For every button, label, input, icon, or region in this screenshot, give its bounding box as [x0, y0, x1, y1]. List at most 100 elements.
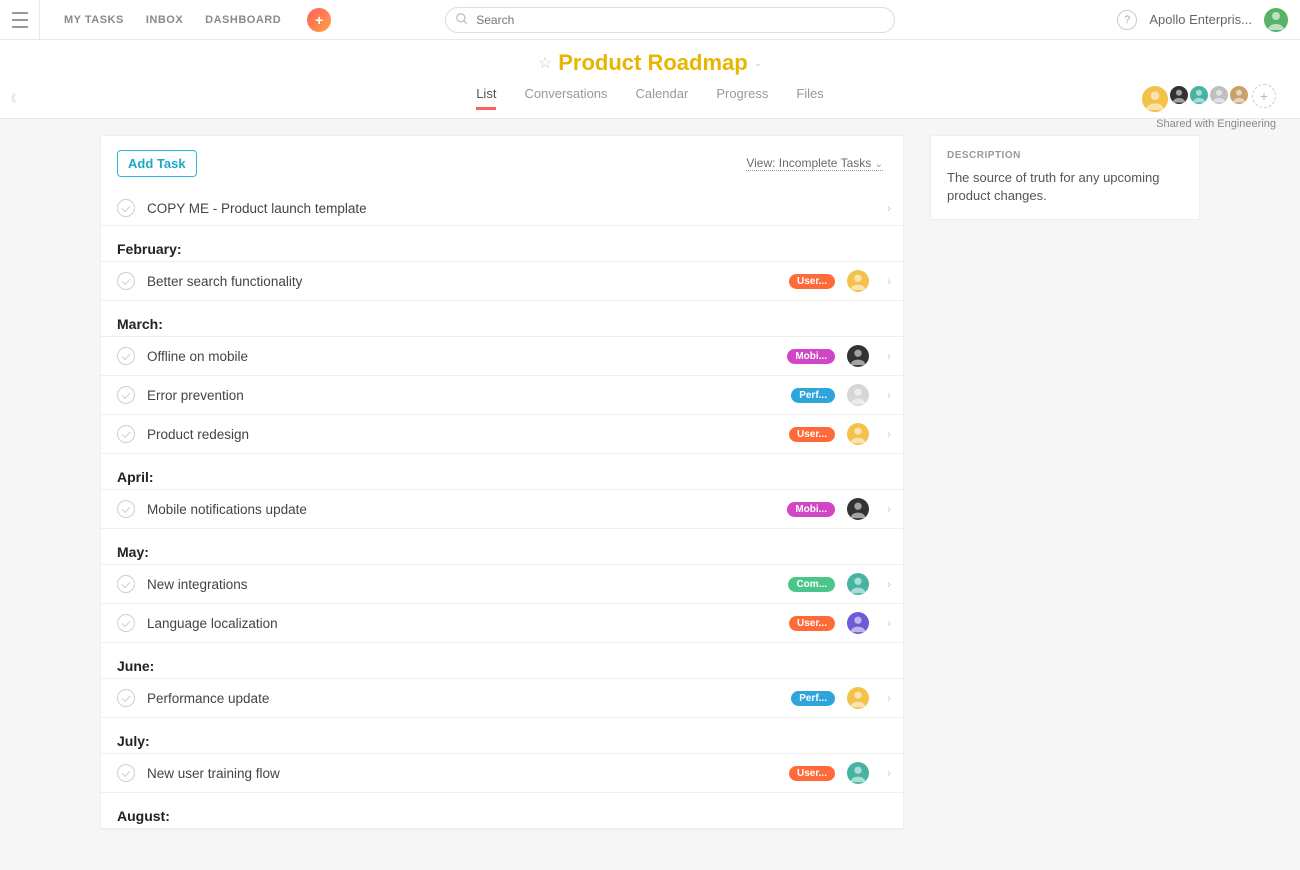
task-assignee-avatar[interactable]	[847, 762, 869, 784]
project-member-avatar[interactable]	[1208, 84, 1230, 106]
task-detail-caret-icon[interactable]: ›	[887, 427, 891, 441]
task-detail-caret-icon[interactable]: ›	[887, 691, 891, 705]
task-title[interactable]: Mobile notifications update	[147, 502, 775, 517]
task-tag[interactable]: Perf...	[791, 388, 835, 403]
task-row[interactable]: Better search functionality User... ›	[101, 262, 903, 301]
task-row[interactable]: COPY ME - Product launch template ›	[101, 191, 903, 226]
view-selector-label: View: Incomplete Tasks	[746, 156, 871, 170]
collapse-sidebar-handle[interactable]: 《	[6, 90, 16, 105]
task-row[interactable]: Language localization User... ›	[101, 604, 903, 643]
tab-files[interactable]: Files	[796, 86, 823, 110]
task-row[interactable]: Product redesign User... ›	[101, 415, 903, 454]
task-title[interactable]: Product redesign	[147, 427, 777, 442]
project-tabs: List Conversations Calendar Progress Fil…	[0, 86, 1300, 118]
task-tag[interactable]: Mobi...	[787, 502, 835, 517]
task-detail-caret-icon[interactable]: ›	[887, 616, 891, 630]
complete-checkbox[interactable]	[117, 500, 135, 518]
task-tag[interactable]: User...	[789, 274, 835, 289]
task-title[interactable]: Offline on mobile	[147, 349, 775, 364]
task-assignee-avatar[interactable]	[847, 270, 869, 292]
task-assignee-avatar[interactable]	[847, 612, 869, 634]
section-header[interactable]: February:	[101, 226, 903, 262]
task-title[interactable]: New integrations	[147, 577, 776, 592]
task-detail-caret-icon[interactable]: ›	[887, 388, 891, 402]
task-detail-caret-icon[interactable]: ›	[887, 577, 891, 591]
nav-dashboard[interactable]: DASHBOARD	[205, 14, 281, 26]
project-member-avatar[interactable]	[1188, 84, 1210, 106]
nav-my-tasks[interactable]: MY TASKS	[64, 14, 124, 26]
task-title[interactable]: Performance update	[147, 691, 779, 706]
menu-toggle[interactable]	[0, 0, 40, 40]
description-card: DESCRIPTION The source of truth for any …	[930, 135, 1200, 220]
project-menu-caret-icon[interactable]: ⌄	[754, 58, 762, 69]
task-title[interactable]: Better search functionality	[147, 274, 777, 289]
page-body: Add Task View: Incomplete Tasks ⌄ COPY M…	[0, 119, 1300, 870]
section-header[interactable]: April:	[101, 454, 903, 490]
project-member-avatar[interactable]	[1140, 84, 1170, 114]
task-tag[interactable]: Com...	[788, 577, 835, 592]
view-selector[interactable]: View: Incomplete Tasks ⌄	[746, 156, 883, 171]
task-assignee-avatar[interactable]	[847, 384, 869, 406]
complete-checkbox[interactable]	[117, 575, 135, 593]
task-row[interactable]: New user training flow User... ›	[101, 754, 903, 793]
add-task-button[interactable]: Add Task	[117, 150, 197, 177]
task-tag[interactable]: User...	[789, 427, 835, 442]
project-member-avatar[interactable]	[1168, 84, 1190, 106]
complete-checkbox[interactable]	[117, 614, 135, 632]
task-list-panel: Add Task View: Incomplete Tasks ⌄ COPY M…	[100, 135, 904, 830]
task-detail-caret-icon[interactable]: ›	[887, 766, 891, 780]
favorite-star-icon[interactable]: ☆	[538, 53, 552, 73]
chevron-down-icon: ⌄	[875, 159, 883, 170]
task-title[interactable]: Error prevention	[147, 388, 779, 403]
nav-inbox[interactable]: INBOX	[146, 14, 183, 26]
task-row[interactable]: Performance update Perf... ›	[101, 679, 903, 718]
task-row[interactable]: Error prevention Perf... ›	[101, 376, 903, 415]
task-row[interactable]: Offline on mobile Mobi... ›	[101, 337, 903, 376]
workspace-name[interactable]: Apollo Enterpris...	[1149, 12, 1252, 27]
task-tag[interactable]: User...	[789, 766, 835, 781]
member-stack: +	[1142, 84, 1276, 114]
side-column: DESCRIPTION The source of truth for any …	[930, 135, 1200, 830]
tab-progress[interactable]: Progress	[716, 86, 768, 110]
current-user-avatar[interactable]	[1264, 8, 1288, 32]
task-detail-caret-icon[interactable]: ›	[887, 502, 891, 516]
section-header[interactable]: March:	[101, 301, 903, 337]
project-title[interactable]: Product Roadmap	[558, 50, 747, 76]
complete-checkbox[interactable]	[117, 347, 135, 365]
task-detail-caret-icon[interactable]: ›	[887, 349, 891, 363]
complete-checkbox[interactable]	[117, 689, 135, 707]
task-row[interactable]: New integrations Com... ›	[101, 565, 903, 604]
task-detail-caret-icon[interactable]: ›	[887, 201, 891, 215]
task-title[interactable]: COPY ME - Product launch template	[147, 201, 869, 216]
project-member-avatar[interactable]	[1228, 84, 1250, 106]
task-assignee-avatar[interactable]	[847, 498, 869, 520]
add-member-button[interactable]: +	[1252, 84, 1276, 108]
section-header[interactable]: May:	[101, 529, 903, 565]
section-header[interactable]: June:	[101, 643, 903, 679]
task-tag[interactable]: User...	[789, 616, 835, 631]
description-text[interactable]: The source of truth for any upcoming pro…	[947, 169, 1183, 205]
task-title[interactable]: Language localization	[147, 616, 777, 631]
section-header[interactable]: August:	[101, 793, 903, 829]
complete-checkbox[interactable]	[117, 764, 135, 782]
task-assignee-avatar[interactable]	[847, 687, 869, 709]
section-header[interactable]: July:	[101, 718, 903, 754]
tab-calendar[interactable]: Calendar	[636, 86, 689, 110]
complete-checkbox[interactable]	[117, 272, 135, 290]
task-assignee-avatar[interactable]	[847, 423, 869, 445]
task-assignee-avatar[interactable]	[847, 345, 869, 367]
global-add-button[interactable]: +	[307, 8, 331, 32]
task-assignee-avatar[interactable]	[847, 573, 869, 595]
tab-conversations[interactable]: Conversations	[524, 86, 607, 110]
search-input[interactable]	[445, 7, 895, 33]
task-tag[interactable]: Mobi...	[787, 349, 835, 364]
task-row[interactable]: Mobile notifications update Mobi... ›	[101, 490, 903, 529]
complete-checkbox[interactable]	[117, 386, 135, 404]
task-tag[interactable]: Perf...	[791, 691, 835, 706]
task-detail-caret-icon[interactable]: ›	[887, 274, 891, 288]
tab-list[interactable]: List	[476, 86, 496, 110]
complete-checkbox[interactable]	[117, 199, 135, 217]
complete-checkbox[interactable]	[117, 425, 135, 443]
help-button[interactable]: ?	[1117, 10, 1137, 30]
task-title[interactable]: New user training flow	[147, 766, 777, 781]
